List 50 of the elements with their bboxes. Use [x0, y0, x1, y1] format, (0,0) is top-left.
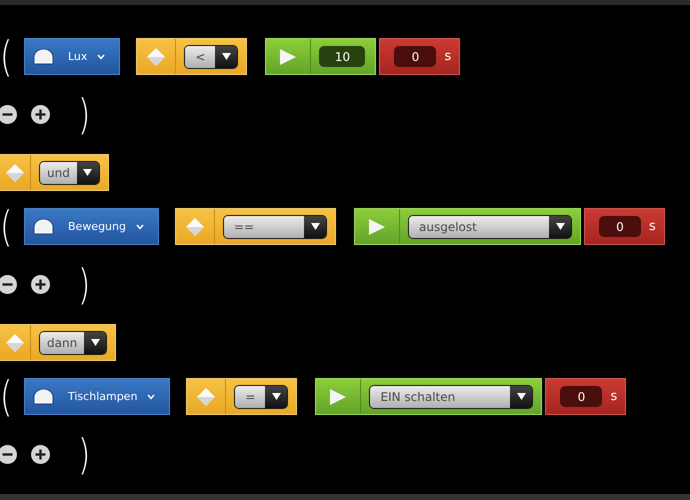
caret-icon	[90, 339, 100, 346]
play-icon	[279, 48, 298, 66]
open-parenthesis: (	[0, 378, 14, 416]
dropdown[interactable]: und	[39, 160, 100, 185]
chevron-icon	[97, 54, 106, 60]
device-block[interactable]: Bewegung	[24, 208, 159, 246]
minus-icon[interactable]	[0, 445, 17, 464]
dropdown[interactable]: ==	[223, 214, 327, 239]
open-parenthesis: (	[0, 208, 14, 246]
diamond-icon	[5, 332, 25, 353]
dropdown[interactable]: =	[234, 384, 288, 409]
number-field[interactable]: 10	[319, 46, 366, 68]
caret-icon	[556, 223, 564, 230]
close-parenthesis: )	[78, 96, 90, 134]
device-block[interactable]: Lux	[24, 38, 120, 76]
lamp-icon	[33, 218, 54, 235]
dropdown[interactable]: EIN schalten	[369, 384, 534, 409]
diamond-icon	[146, 46, 166, 67]
minus-icon[interactable]	[0, 105, 17, 124]
dropdown[interactable]: <	[184, 44, 238, 69]
close-parenthesis: )	[78, 436, 90, 474]
unit-label: s	[610, 389, 618, 404]
play-icon	[329, 388, 348, 406]
close-parenthesis: )	[78, 266, 90, 304]
caret-icon	[83, 169, 92, 176]
caret-icon	[310, 223, 320, 230]
diamond-icon	[196, 386, 216, 407]
delay-field[interactable]: 0	[560, 386, 602, 408]
caret-icon	[222, 53, 231, 60]
plus-icon[interactable]	[31, 445, 50, 464]
diamond-icon	[5, 162, 25, 183]
dropdown[interactable]: dann	[39, 330, 108, 355]
lamp-icon	[33, 48, 54, 65]
unit-label: s	[649, 219, 656, 234]
minus-icon[interactable]	[0, 275, 17, 294]
lamp-icon	[33, 388, 54, 405]
plus-icon[interactable]	[31, 275, 50, 294]
plus-icon[interactable]	[31, 105, 50, 124]
delay-field[interactable]: 0	[394, 46, 436, 68]
delay-field[interactable]: 0	[599, 216, 641, 238]
dropdown[interactable]: ausgelost	[408, 214, 572, 239]
device-block[interactable]: Tischlampen	[24, 378, 170, 416]
play-icon	[368, 218, 386, 236]
chevron-icon	[147, 394, 156, 400]
chevron-icon	[136, 224, 144, 230]
unit-label: s	[444, 49, 452, 64]
open-parenthesis: (	[0, 38, 14, 76]
caret-icon	[272, 393, 281, 400]
diamond-icon	[185, 216, 205, 237]
caret-icon	[516, 393, 526, 400]
